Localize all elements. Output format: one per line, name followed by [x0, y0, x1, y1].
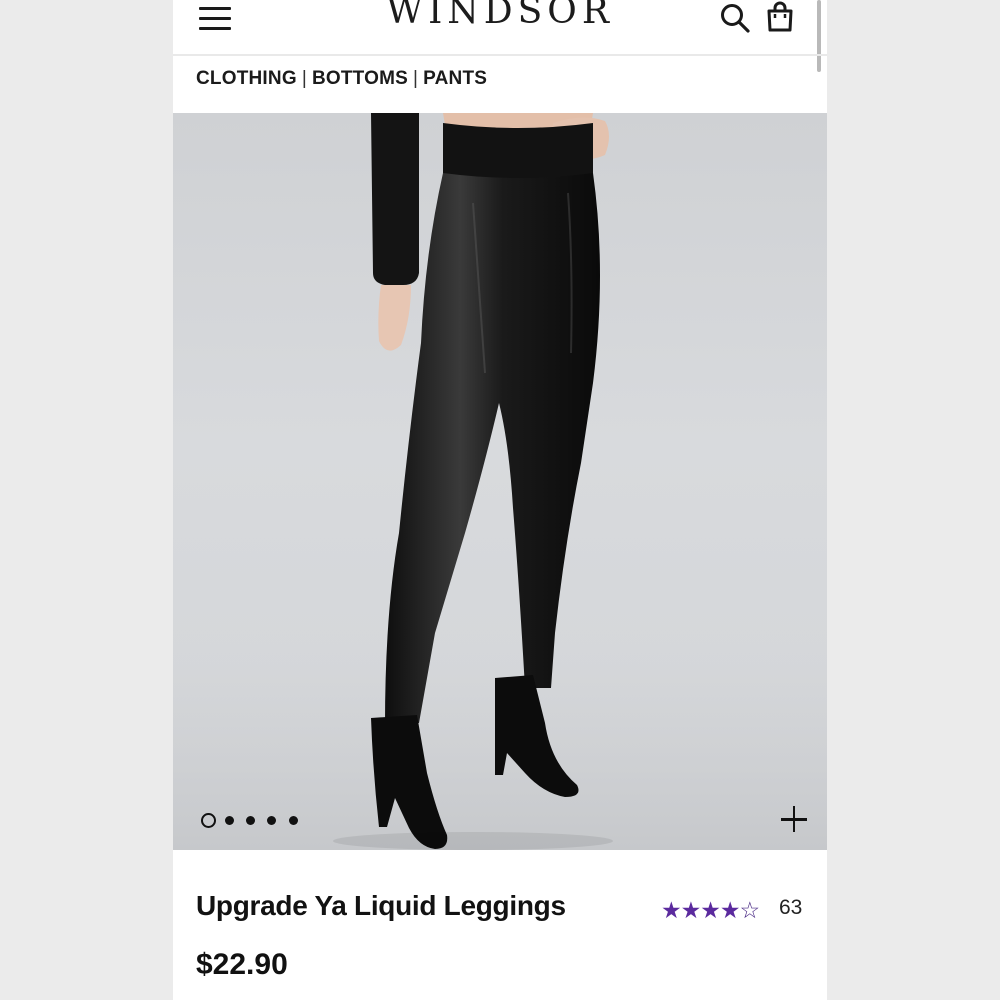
breadcrumb: CLOTHING | BOTTOMS | PANTS	[196, 68, 487, 90]
breadcrumb-separator: |	[413, 68, 419, 89]
star-icon: ★	[700, 897, 721, 923]
plus-icon[interactable]	[779, 804, 809, 834]
site-header: WINDSOR	[173, 0, 827, 72]
star-icon: ★	[719, 897, 741, 923]
product-image[interactable]	[173, 113, 827, 850]
scrollbar[interactable]	[817, 0, 821, 72]
product-title: Upgrade Ya Liquid Leggings	[196, 890, 566, 921]
breadcrumb-clothing[interactable]: CLOTHING	[196, 68, 297, 89]
breadcrumb-bottoms[interactable]: BOTTOMS	[312, 68, 408, 89]
review-count[interactable]: 63	[779, 896, 802, 920]
gallery-dot-4[interactable]	[267, 816, 276, 825]
product-photo-illustration	[173, 113, 827, 850]
star-icon: ★	[661, 897, 682, 923]
search-icon[interactable]	[719, 2, 751, 34]
rating-stars: ★★★★☆	[661, 897, 761, 924]
right-backdrop	[827, 0, 1000, 1000]
star-empty-icon: ☆	[739, 897, 761, 923]
gallery-dot-3[interactable]	[246, 816, 255, 825]
left-backdrop	[0, 0, 173, 1000]
breadcrumb-pants[interactable]: PANTS	[423, 68, 487, 89]
gallery-dot-1[interactable]	[201, 813, 216, 828]
product-price: $22.90	[196, 948, 288, 981]
breadcrumb-separator: |	[301, 68, 307, 89]
star-icon: ★	[680, 897, 702, 923]
gallery-dot-5[interactable]	[289, 816, 298, 825]
header-divider	[173, 54, 827, 56]
shopping-bag-icon[interactable]	[763, 0, 797, 34]
mobile-screen: WINDSOR CLOTHING | BOTTOMS | PANTS Upgra…	[173, 0, 827, 1000]
gallery-dot-2[interactable]	[225, 816, 234, 825]
